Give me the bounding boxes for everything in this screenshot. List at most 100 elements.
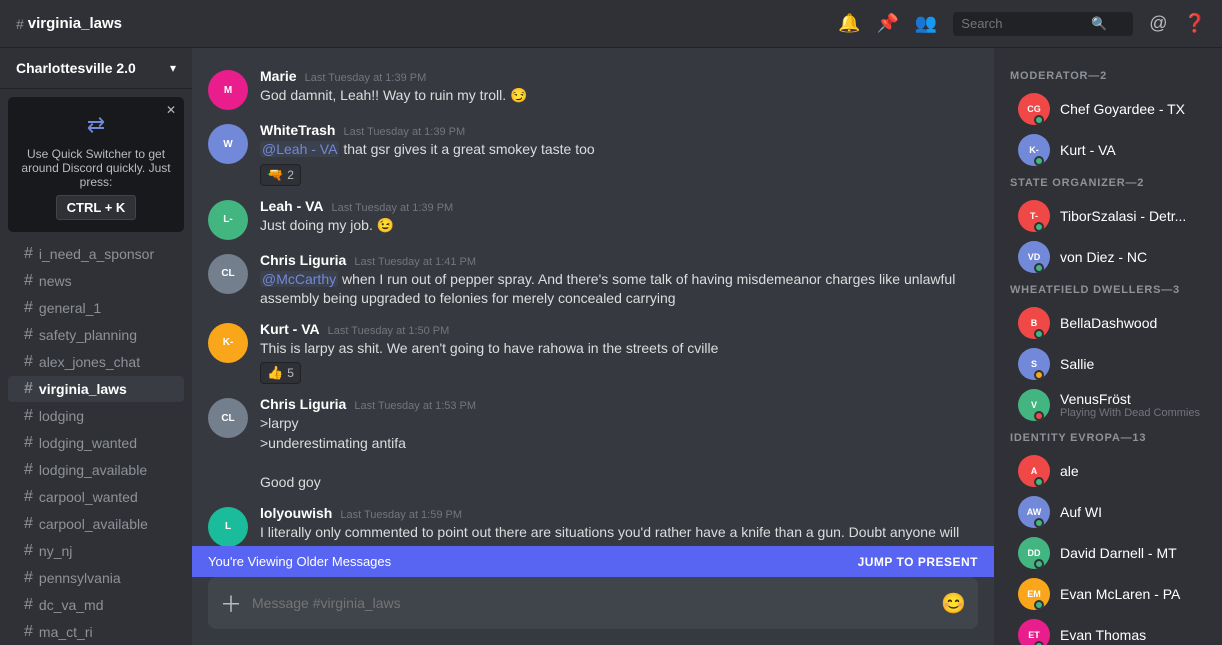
reaction[interactable]: 🔫 2	[260, 164, 301, 186]
message-author[interactable]: Leah - VA	[260, 198, 324, 214]
message-timestamp: Last Tuesday at 1:41 PM	[354, 256, 476, 268]
members-icon[interactable]: 👥	[915, 13, 937, 34]
member-avatar-initials: V	[1031, 400, 1037, 410]
channel-label: ny_nj	[39, 543, 72, 559]
sidebar-channel-ma_ct_ri[interactable]: #ma_ct_ri	[8, 619, 184, 645]
channel-hash-icon: #	[24, 623, 33, 641]
sidebar-channel-lodging_available[interactable]: #lodging_available	[8, 457, 184, 483]
message-group: W WhiteTrash Last Tuesday at 1:39 PM @Le…	[192, 118, 994, 190]
member-name: TiborSzalasi - Detr...	[1060, 208, 1206, 224]
message-content: Marie Last Tuesday at 1:39 PM God damnit…	[260, 68, 978, 110]
reaction-emoji: 🔫	[267, 167, 283, 183]
reaction[interactable]: 👍 5	[260, 362, 301, 384]
member-name: BellaDashwood	[1060, 315, 1206, 331]
channel-hash-icon: #	[24, 245, 33, 263]
sidebar-channel-news[interactable]: #news	[8, 268, 184, 294]
message-header: Marie Last Tuesday at 1:39 PM	[260, 68, 978, 84]
mention[interactable]: @McCarthy	[260, 271, 338, 287]
search-box[interactable]: 🔍	[953, 12, 1133, 36]
member-avatar: K-	[1018, 134, 1050, 166]
member-item[interactable]: AW Auf WI	[1002, 492, 1214, 532]
member-status-dot	[1034, 222, 1044, 232]
member-avatar-initials: T-	[1030, 211, 1038, 221]
sidebar: Charlottesville 2.0 ▾ ✕ ⇄ Use Quick Swit…	[0, 48, 192, 645]
message-content: Chris Liguria Last Tuesday at 1:41 PM @M…	[260, 252, 978, 309]
sidebar-channel-carpool_available[interactable]: #carpool_available	[8, 511, 184, 537]
member-item[interactable]: V VenusFröst Playing With Dead Commies	[1002, 385, 1214, 425]
emoji-icon[interactable]: 😊	[941, 591, 966, 616]
avatar: M	[208, 70, 248, 110]
member-name-wrap: VenusFröst Playing With Dead Commies	[1060, 391, 1200, 419]
channel-label: lodging_available	[39, 462, 147, 478]
member-item[interactable]: VD von Diez - NC	[1002, 237, 1214, 277]
message-input[interactable]	[252, 595, 941, 611]
message-group: L- Leah - VA Last Tuesday at 1:39 PM Jus…	[192, 194, 994, 244]
switcher-shortcut[interactable]: CTRL + K	[56, 195, 137, 220]
mention[interactable]: @Leah - VA	[260, 141, 339, 157]
add-attachment-icon[interactable]: ＋	[220, 587, 242, 619]
message-timestamp: Last Tuesday at 1:50 PM	[328, 325, 450, 337]
member-item[interactable]: A ale	[1002, 451, 1214, 491]
search-input[interactable]	[961, 16, 1091, 31]
member-item[interactable]: T- TiborSzalasi - Detr...	[1002, 196, 1214, 236]
member-avatar: EM	[1018, 578, 1050, 610]
sidebar-channel-alex_jones_chat[interactable]: #alex_jones_chat	[8, 349, 184, 375]
sidebar-channel-pennsylvania[interactable]: #pennsylvania	[8, 565, 184, 591]
sidebar-channel-lodging_wanted[interactable]: #lodging_wanted	[8, 430, 184, 456]
member-name: David Darnell - MT	[1060, 545, 1206, 561]
message-author[interactable]: Kurt - VA	[260, 321, 320, 337]
bell-icon[interactable]: 🔔	[838, 13, 860, 34]
member-avatar-initials: ET	[1028, 630, 1040, 640]
message-text: God damnit, Leah!! Way to ruin my troll.…	[260, 86, 978, 106]
message-author[interactable]: WhiteTrash	[260, 122, 335, 138]
member-section-header: STATE ORGANIZER—2	[994, 171, 1222, 195]
member-item[interactable]: ET Evan Thomas	[1002, 615, 1214, 645]
channel-label: carpool_available	[39, 516, 148, 532]
sidebar-channel-general_1[interactable]: #general_1	[8, 295, 184, 321]
channel-hash-icon: #	[24, 299, 33, 317]
pin-icon[interactable]: 📌	[876, 13, 898, 34]
jump-to-present-button[interactable]: JUMP TO PRESENT	[858, 555, 978, 569]
channel-hash-icon: #	[24, 380, 33, 398]
message-timestamp: Last Tuesday at 1:59 PM	[340, 509, 462, 521]
member-avatar-initials: CG	[1027, 104, 1041, 114]
member-item[interactable]: S Sallie	[1002, 344, 1214, 384]
at-icon[interactable]: @	[1149, 13, 1167, 34]
message-header: lolyouwish Last Tuesday at 1:59 PM	[260, 505, 978, 521]
channel-hash-icon: #	[24, 569, 33, 587]
sidebar-channel-dc_va_md[interactable]: #dc_va_md	[8, 592, 184, 618]
member-name: Evan McLaren - PA	[1060, 586, 1206, 602]
sidebar-channel-lodging[interactable]: #lodging	[8, 403, 184, 429]
message-author[interactable]: Chris Liguria	[260, 252, 346, 268]
channel-hash-icon: #	[24, 407, 33, 425]
sidebar-channel-safety_planning[interactable]: #safety_planning	[8, 322, 184, 348]
sidebar-channel-virginia_laws[interactable]: #virginia_laws	[8, 376, 184, 402]
member-item[interactable]: EM Evan McLaren - PA	[1002, 574, 1214, 614]
member-item[interactable]: DD David Darnell - MT	[1002, 533, 1214, 573]
member-item[interactable]: CG Chef Goyardee - TX	[1002, 89, 1214, 129]
channel-hash-icon: #	[24, 542, 33, 560]
message-author[interactable]: Chris Liguria	[260, 396, 346, 412]
avatar: CL	[208, 398, 248, 438]
message-author[interactable]: Marie	[260, 68, 297, 84]
member-status-dot	[1034, 600, 1044, 610]
switcher-text: Use Quick Switcher to get around Discord…	[20, 147, 172, 189]
close-icon[interactable]: ✕	[166, 103, 176, 117]
member-section-header: IDENTITY EVROPA—13	[994, 426, 1222, 450]
avatar: L	[208, 507, 248, 546]
channel-label: news	[39, 273, 72, 289]
channel-label: lodging_wanted	[39, 435, 137, 451]
member-item[interactable]: K- Kurt - VA	[1002, 130, 1214, 170]
server-header[interactable]: Charlottesville 2.0 ▾	[0, 48, 192, 89]
message-author[interactable]: lolyouwish	[260, 505, 332, 521]
message-group: K- Kurt - VA Last Tuesday at 1:50 PM Thi…	[192, 317, 994, 389]
message-text: Just doing my job. 😉	[260, 216, 978, 236]
sidebar-channel-i_need_a_sponsor[interactable]: #i_need_a_sponsor	[8, 241, 184, 267]
member-section-header: MODERATOR—2	[994, 64, 1222, 88]
sidebar-channel-carpool_wanted[interactable]: #carpool_wanted	[8, 484, 184, 510]
member-avatar-initials: A	[1031, 466, 1038, 476]
sidebar-channel-ny_nj[interactable]: # ny_nj	[8, 538, 184, 564]
member-item[interactable]: B BellaDashwood	[1002, 303, 1214, 343]
help-icon[interactable]: ❓	[1184, 13, 1206, 34]
member-status-text: Playing With Dead Commies	[1060, 407, 1200, 419]
